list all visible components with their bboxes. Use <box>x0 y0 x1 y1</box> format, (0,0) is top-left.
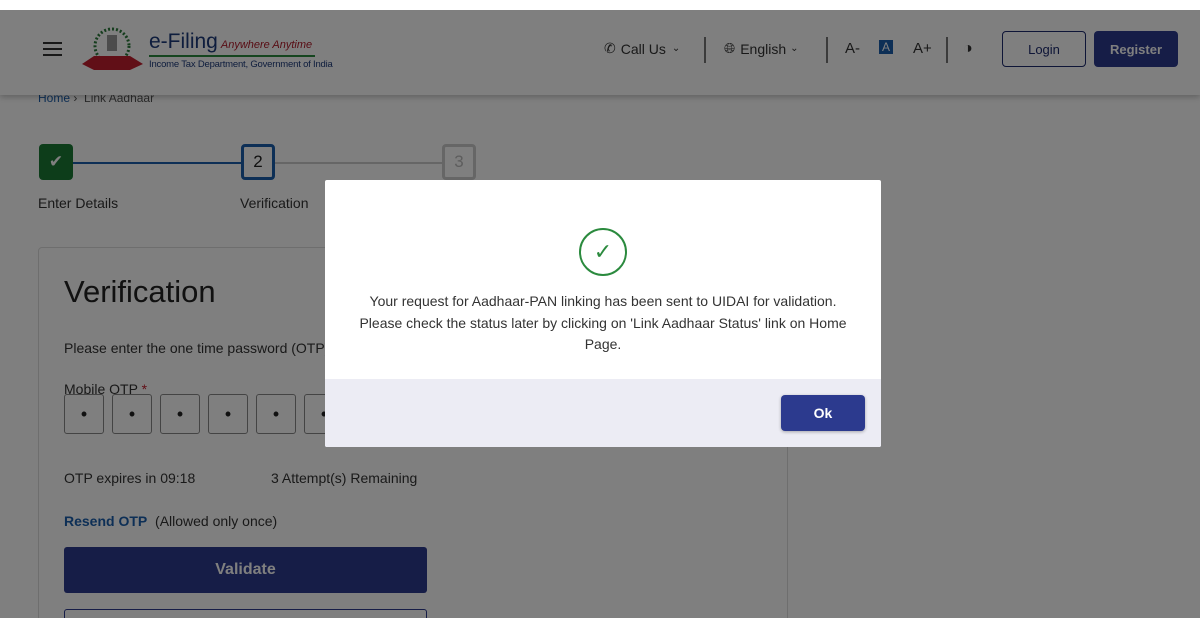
dialog-message-line2: Please check the status later by clickin… <box>359 314 847 353</box>
dialog-footer: Ok <box>325 379 881 447</box>
success-dialog: ✓ Your request for Aadhaar-PAN linking h… <box>325 180 881 447</box>
dialog-message: Your request for Aadhaar-PAN linking has… <box>345 291 861 356</box>
ok-button[interactable]: Ok <box>781 395 865 431</box>
dialog-message-line1: Your request for Aadhaar-PAN linking has… <box>369 293 837 309</box>
success-check-icon: ✓ <box>579 228 627 276</box>
page: e-FilingAnywhere Anytime Income Tax Depa… <box>0 10 1200 618</box>
